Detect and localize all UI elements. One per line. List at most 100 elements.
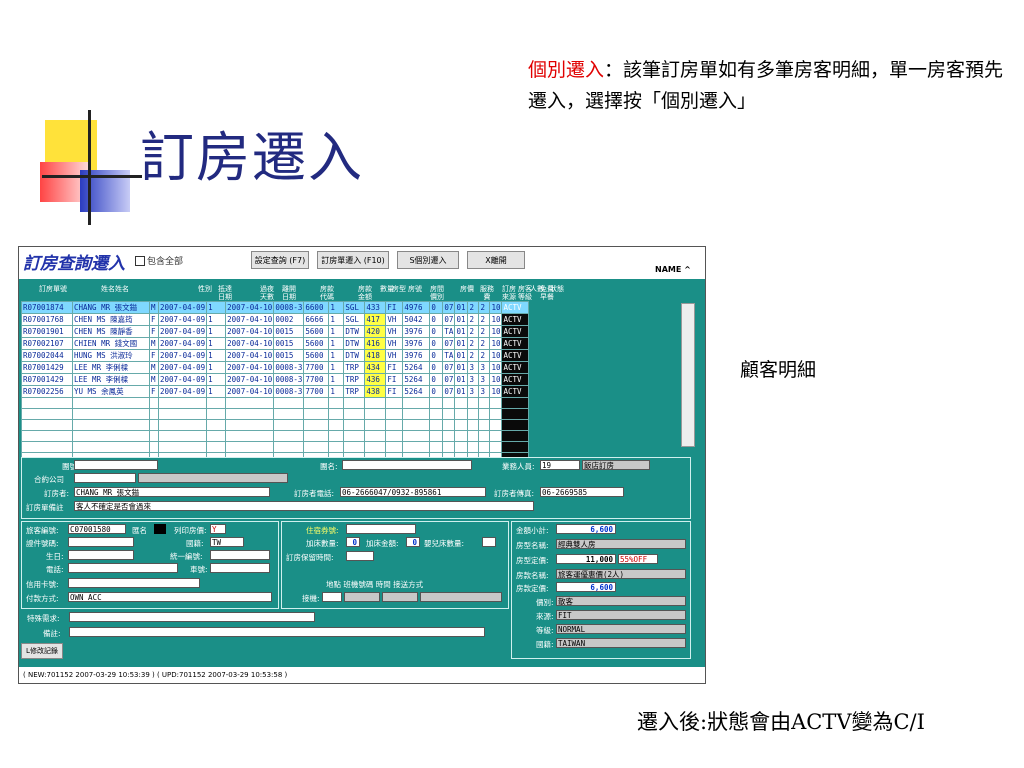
baby-bed-field[interactable] [482,537,496,547]
table-cell: 01 [454,313,469,326]
leave-button[interactable]: X離開 [467,251,525,269]
pickup-flight-field[interactable] [344,592,380,602]
table-row[interactable] [21,397,530,409]
sort-name-label[interactable]: NAME ^ [655,265,691,274]
source-field: FIT [556,610,686,620]
table-cell: 10 [489,361,503,374]
grid-column-header[interactable]: 房間價別 [429,285,445,301]
table-cell: 3 [478,373,491,386]
booker-phone-field[interactable]: 06-2666047/0932-895861 [340,487,486,497]
extra-bed-field[interactable]: 0 [346,537,360,547]
table-cell: DTW [343,325,366,338]
grid-column-header[interactable]: 房型 [391,285,407,293]
table-cell: 2007-04-09 [157,313,208,326]
guest-no-field[interactable]: C07001580 [68,524,126,534]
individual-checkin-button[interactable]: S個別遷入 [397,251,459,269]
table-cell: FI [385,301,404,314]
table-row[interactable]: R07001429 LEE MR 李俐樑 M 2007-04-09 1 2007-04-1… [21,373,530,386]
birthday-field[interactable] [68,550,134,560]
grid-column-header[interactable]: 房款金額 [357,285,373,301]
voucher-field[interactable] [346,524,416,534]
group-no-field[interactable] [74,460,158,470]
table-row[interactable] [21,430,530,442]
booker-field[interactable]: CHANG MR 張文鎰 [74,487,270,497]
table-cell: 2 [478,337,491,350]
grid-column-header[interactable]: 訂房單號 [23,285,83,293]
table-row[interactable]: R07001901 CHEN MS 陳靜香 F 2007-04-09 1 2007-04-… [21,325,530,338]
table-cell: 1 [328,385,345,398]
hold-time-label: 訂房保留時間: [286,553,334,562]
note-field[interactable] [69,627,485,637]
id-no-field[interactable] [68,537,134,547]
table-cell: 2 [467,301,480,314]
table-cell: 6666 [303,313,330,326]
grid-column-header[interactable]: 性別 [197,285,213,293]
table-row[interactable]: R07001429 LEE MR 李俐樑 M 2007-04-09 1 2007-04-1… [21,361,530,374]
table-row[interactable] [21,419,530,431]
grid-column-header[interactable]: 過夜天數 [259,285,275,301]
hold-time-field[interactable] [346,551,374,561]
grid-column-header[interactable]: 抵達日期 [217,285,233,301]
table-cell: 2007-04-10 [225,325,275,338]
table-row[interactable]: R07002256 YU MS 余鳳英 F 2007-04-09 1 2007-04-10… [21,385,530,398]
pickup-method-field[interactable] [420,592,502,602]
booker-label: 訂房者: [44,489,70,498]
special-request-field[interactable] [69,612,315,622]
source-label: 來源: [536,612,554,621]
table-cell: ACTV [501,385,530,398]
table-cell: 5600 [303,337,330,350]
table-cell [454,408,469,420]
table-cell: 438 [364,385,387,398]
grid-column-header[interactable]: 房價 [459,285,475,293]
table-cell [442,419,456,431]
table-cell [454,397,469,409]
table-row[interactable]: R07002107 CHIEN MR 錢文國 M 2007-04-09 1 2007-04… [21,337,530,350]
grid-column-header[interactable]: 離開日期 [281,285,297,301]
grid-column-header[interactable]: 房號 [407,285,423,293]
table-row[interactable] [21,441,530,453]
sales-field[interactable]: 19 [540,460,580,470]
grid-scrollbar[interactable] [681,303,695,447]
booking-checkin-button[interactable]: 訂房單遷入 (F10) [317,251,389,269]
table-cell [489,441,503,453]
settings-query-button[interactable]: 設定查詢 (F7) [251,251,309,269]
grid-column-header[interactable]: 服務費 [479,285,495,301]
note-label: 備註: [43,629,61,638]
table-row[interactable]: R07002044 HUNG MS 洪淑玲 F 2007-04-09 1 2007-04-… [21,349,530,362]
table-cell [273,408,305,420]
extra-amount-field[interactable]: 0 [406,537,420,547]
grid-column-header[interactable]: 狀態 [549,285,565,293]
table-cell: FI [385,373,404,386]
table-row[interactable]: R07001874 CHANG MR 張文鎰 M 2007-04-09 1 2007-04… [21,301,530,314]
tax-id-field[interactable] [210,550,270,560]
table-cell [225,397,275,409]
table-row[interactable]: R07001768 CHEN MS 陳嘉筠 F 2007-04-09 1 2007-04-… [21,313,530,326]
pickup-time-field[interactable] [382,592,418,602]
table-cell [467,419,480,431]
contract-field[interactable] [74,473,136,483]
booking-info-panel: 團號: 合約公司 訂房者: CHANG MR 張文鎰 訂房單備註 客人不確定是否… [21,457,691,519]
booker-fax-field[interactable]: 06-2669585 [540,487,624,497]
group-name-field[interactable] [342,460,472,470]
grid-column-header[interactable]: 姓名姓名 [85,285,145,293]
nationality-field[interactable]: TW [210,537,244,547]
table-cell [501,397,530,409]
table-cell: VH [385,313,404,326]
pickup-place-field[interactable] [322,592,342,602]
credit-card-field[interactable] [68,578,200,588]
remark-field[interactable]: 客人不確定是否會過來 [74,501,534,511]
grid-column-header[interactable]: 房款代碼 [319,285,335,301]
car-no-field[interactable] [210,563,270,573]
table-cell [328,408,345,420]
table-cell: ACTV [501,337,530,350]
modify-log-button[interactable]: L修改記錄 [21,643,63,659]
table-cell: M [149,301,159,314]
table-row[interactable] [21,408,530,420]
payment-field[interactable]: OWN ACC [68,592,272,602]
print-price-field[interactable]: Y [210,524,226,534]
grid-column-header[interactable]: 訂房來源 [501,285,517,301]
include-all-checkbox[interactable] [135,256,145,266]
phone-field[interactable] [68,563,178,573]
anonymous-checkbox[interactable] [154,524,166,534]
table-cell: R07001768 [21,313,73,326]
